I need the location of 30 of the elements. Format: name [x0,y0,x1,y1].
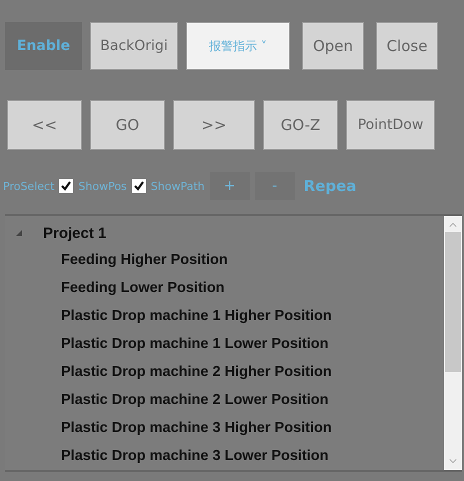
tree-item[interactable]: Plastic Drop machine 2 Lower Position [61,392,329,408]
tree-item[interactable]: Plastic Drop machine 3 Higher Position [61,420,332,436]
pro-select-label: ProSelect [3,180,54,192]
tree-item[interactable]: Plastic Drop machine 3 Lower Position [61,448,329,464]
nav-button[interactable]: GO [90,100,165,150]
status-label: Enable [5,22,82,70]
step-button[interactable]: + [210,172,250,200]
checkbox-label: ShowPos [78,180,127,192]
tree-item[interactable]: Plastic Drop machine 1 Lower Position [61,336,329,352]
tree-item[interactable]: Feeding Higher Position [61,252,228,268]
checkbox[interactable] [59,179,74,193]
toolbar-button[interactable]: Open [302,22,364,70]
nav-button[interactable]: >> [173,100,255,150]
expand-arrow-icon[interactable] [15,229,23,237]
back-origin-button[interactable]: BackOrigi [90,22,178,70]
alarm-dropdown[interactable]: 报警指示 ˅ [186,22,290,70]
step-button[interactable]: - [254,172,295,200]
checkbox[interactable] [132,179,146,193]
nav-button[interactable]: GO-Z [263,100,338,150]
checkbox-label: ShowPath [150,180,205,192]
tree-item[interactable]: Plastic Drop machine 2 Higher Position [61,364,332,380]
nav-button[interactable]: PointDow [346,100,435,150]
tree-item[interactable]: Plastic Drop machine 1 Higher Position [61,308,332,324]
tree-item[interactable]: Feeding Lower Position [61,280,225,296]
scrollbar[interactable] [444,216,462,470]
nav-button[interactable]: << [7,100,82,150]
scroll-down-icon[interactable] [449,458,457,464]
tree-item[interactable]: Project 1 [43,224,106,242]
scroll-up-icon[interactable] [449,222,457,228]
toolbar-button[interactable]: Close [376,22,438,70]
